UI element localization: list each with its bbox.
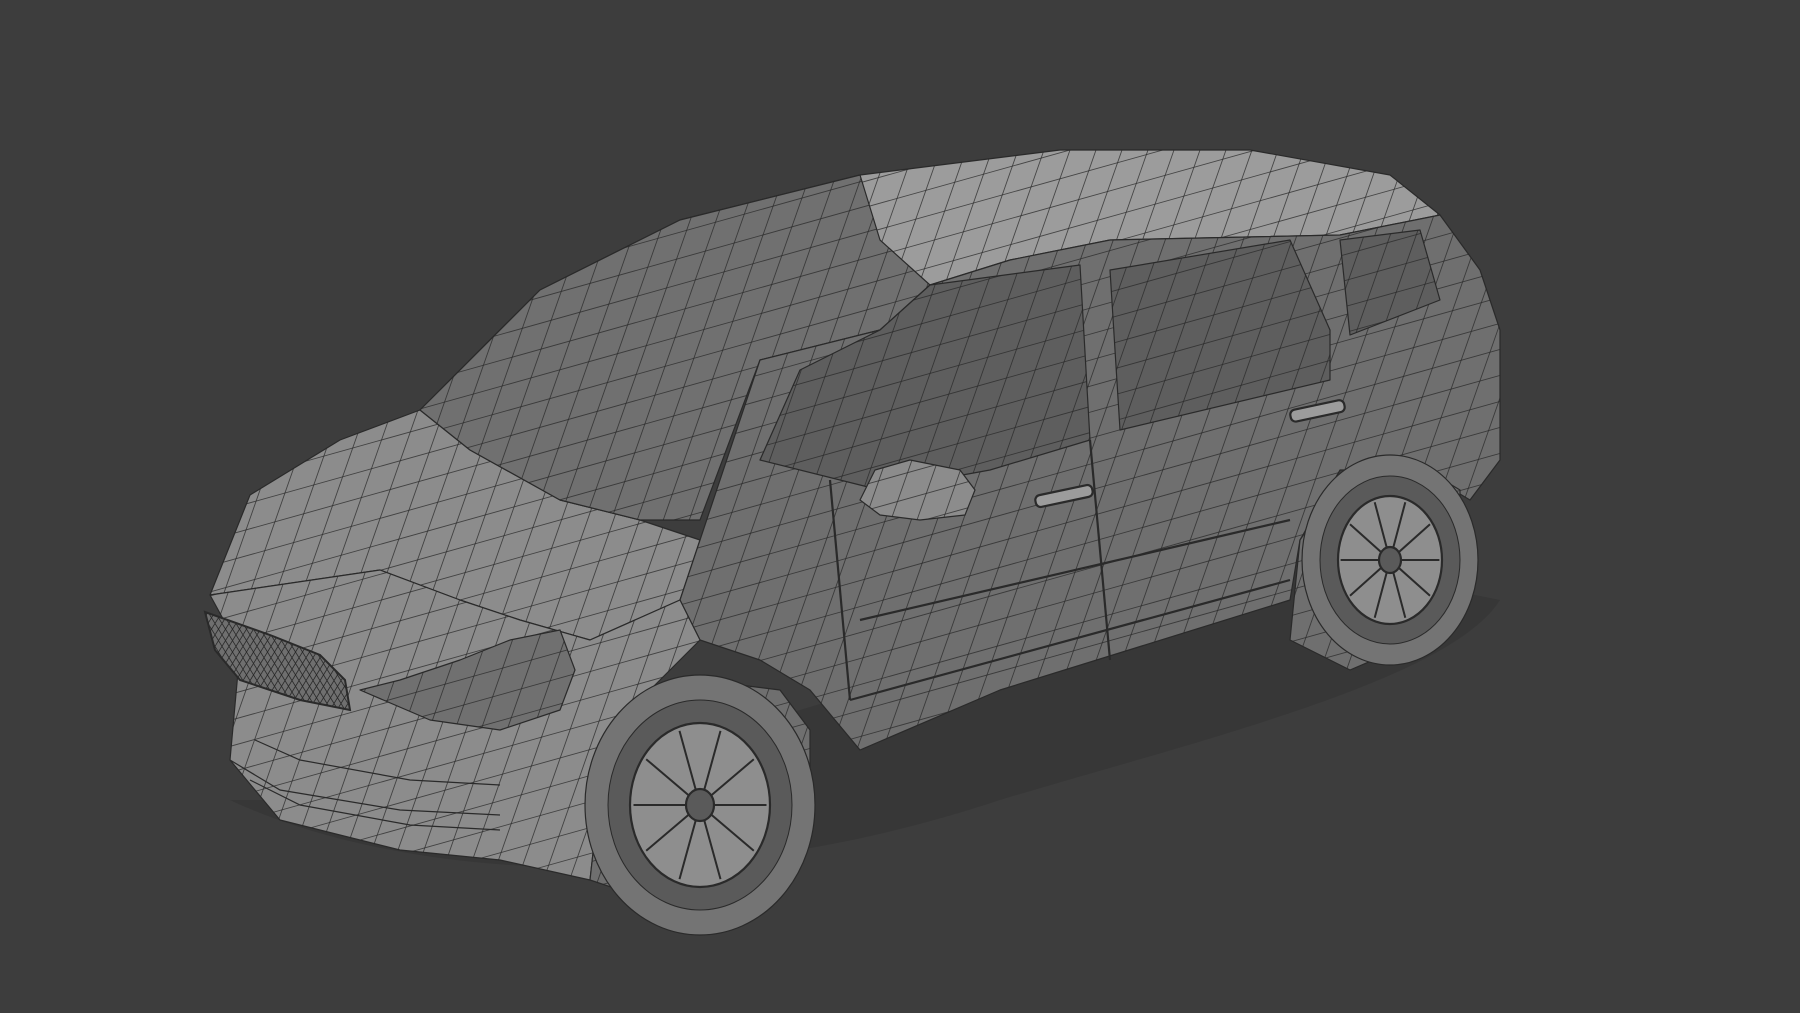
mesh-edge — [85, 612, 145, 710]
mesh-edge — [1559, 215, 1746, 750]
mesh-edge — [134, 612, 194, 710]
front-wheel — [584, 674, 816, 936]
3d-viewport[interactable] — [0, 0, 1800, 1013]
mesh-edge — [1663, 215, 1800, 750]
mesh-edge — [1591, 150, 1721, 520]
mesh-edge — [205, 612, 216, 710]
mesh-edge — [1529, 460, 1603, 670]
mesh-edge — [210, 570, 211, 880]
mesh-edge — [1715, 215, 1800, 750]
mesh-edge — [113, 612, 173, 710]
mesh-edge — [1669, 150, 1799, 520]
mesh-edge — [1507, 215, 1694, 750]
mesh-edge — [1565, 150, 1695, 520]
mesh-edge — [1503, 460, 1577, 670]
mesh-edge — [1480, 215, 1500, 750]
mesh-edge — [420, 150, 1440, 151]
mesh-edge — [1637, 215, 1800, 750]
mesh-edge — [1793, 215, 1800, 750]
mesh-edge — [106, 612, 166, 710]
mesh-edge — [1617, 150, 1747, 520]
mesh-edge — [1555, 460, 1629, 670]
mesh-edge — [210, 410, 211, 640]
mesh-edge — [1533, 215, 1720, 750]
mesh-edge — [205, 612, 230, 710]
mesh-edge — [205, 612, 223, 710]
mesh-edge — [1689, 215, 1800, 750]
mesh-edge — [205, 612, 209, 710]
mesh-edge — [1611, 215, 1798, 750]
mesh-edge — [1539, 150, 1669, 520]
car-model-render — [85, 149, 1800, 936]
mesh-edge — [1741, 215, 1800, 750]
mesh-edge — [420, 175, 930, 176]
mesh-edge — [1643, 150, 1773, 520]
mesh-edge — [1477, 460, 1551, 670]
mesh-edge — [1767, 215, 1800, 750]
rear-wheel — [1301, 454, 1479, 666]
mesh-edge — [1513, 150, 1643, 520]
mesh-edge — [205, 612, 206, 710]
mesh-edge — [92, 612, 152, 710]
mesh-edge — [1581, 460, 1655, 670]
mesh-edge — [205, 612, 213, 710]
mesh-edge — [1487, 150, 1617, 520]
mesh-edge — [141, 612, 201, 710]
mesh-edge — [99, 612, 159, 710]
mesh-edge — [1585, 215, 1772, 750]
mesh-edge — [127, 612, 187, 710]
mesh-edge — [120, 612, 180, 710]
mesh-edge — [420, 150, 1440, 177]
